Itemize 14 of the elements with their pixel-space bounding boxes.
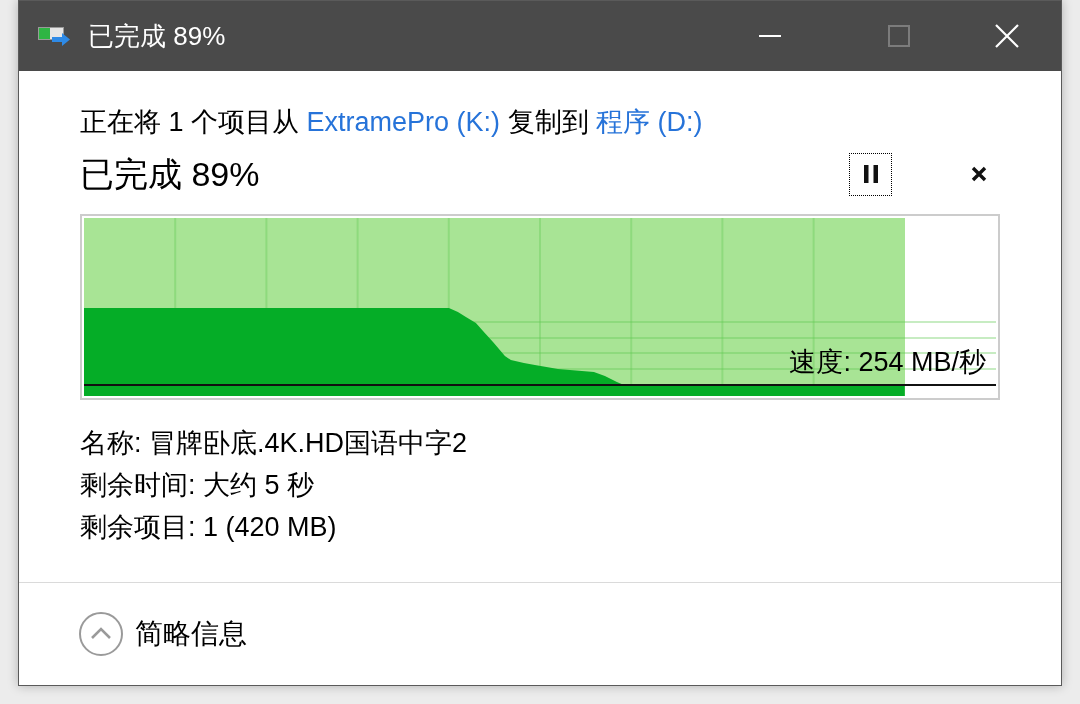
detail-text: 剩余项目: 1 (420 MB) (80, 511, 338, 544)
pause-icon (863, 165, 878, 183)
window-title: 已完成 89% (88, 20, 226, 52)
drive-link[interactable]: ExtramePro (K:) (306, 107, 501, 137)
detail-text: 剩余时间: 大约 5 秒 (80, 469, 316, 502)
details-toggle[interactable]: 简略信息 (79, 612, 247, 656)
pause-button[interactable] (849, 152, 892, 196)
close-icon (970, 166, 987, 182)
detail-text: 名称: 冒牌卧底.4K.HD国语中字2 (80, 427, 469, 460)
transfer-icon (38, 26, 70, 46)
drive-link[interactable]: 程序 (D:) (596, 107, 703, 137)
progress-heading: 已完成 89% (80, 154, 260, 195)
copy-status-text: 正在将 1 个项目从 ExtramePro (K:) 复制到 程序 (D:) (80, 106, 704, 139)
speed-text: 速度: 254 MB/秒 (789, 346, 986, 378)
